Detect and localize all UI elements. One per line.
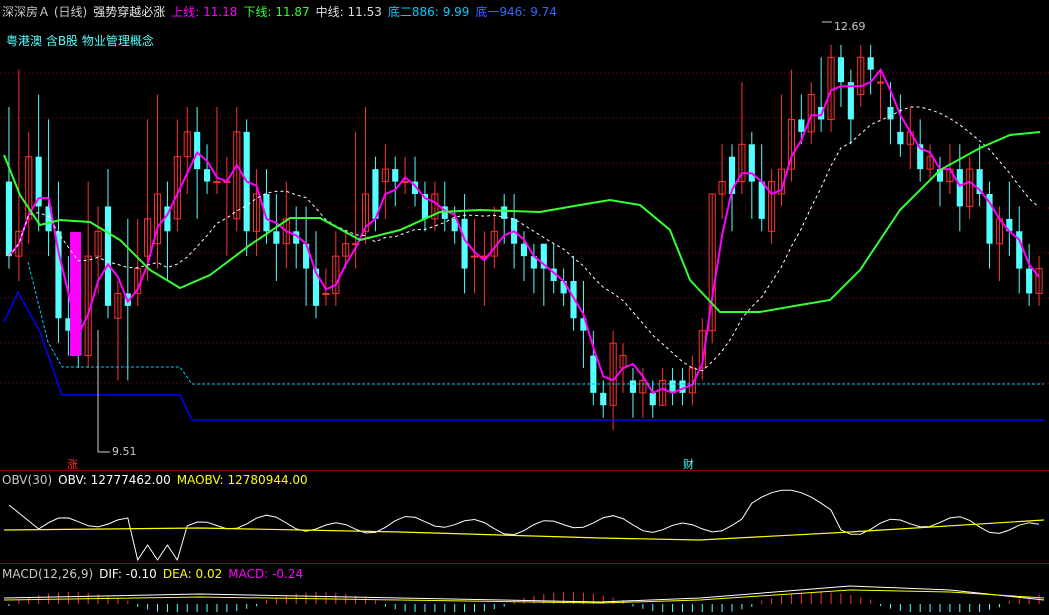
dif-value: DIF: -0.10 bbox=[99, 567, 157, 581]
candle-body bbox=[520, 243, 528, 257]
signal-bar bbox=[70, 232, 81, 356]
maobv-line bbox=[3, 519, 1045, 541]
green-line bbox=[3, 131, 1041, 313]
candle-body bbox=[213, 181, 221, 184]
obv-value: OBV: 12777462.00 bbox=[58, 473, 171, 487]
candle-body bbox=[1026, 268, 1033, 294]
candle-body bbox=[798, 119, 805, 132]
candle-body bbox=[322, 292, 330, 295]
macd-name[interactable]: MACD(12,26,9) bbox=[2, 567, 93, 581]
obv-line bbox=[8, 489, 1040, 562]
candle-body bbox=[600, 392, 607, 406]
obv-name[interactable]: OBV(30) bbox=[2, 473, 52, 487]
candle-body bbox=[867, 57, 874, 70]
candle-body bbox=[837, 57, 845, 83]
candle-body bbox=[679, 380, 686, 393]
macd-header: MACD(12,26,9) DIF: -0.10 DEA: 0.02 MACD:… bbox=[2, 566, 303, 582]
price-chart[interactable] bbox=[0, 0, 1049, 615]
obv-header: OBV(30) OBV: 12777462.00 MAOBV: 12780944… bbox=[2, 472, 308, 488]
candle-body bbox=[470, 255, 479, 258]
candle-body bbox=[392, 169, 399, 182]
candle-body bbox=[897, 131, 904, 145]
candle-body bbox=[401, 181, 409, 184]
candle-body bbox=[956, 169, 963, 207]
candle-body bbox=[877, 81, 885, 84]
candle-body bbox=[273, 231, 280, 244]
separator-obv bbox=[0, 470, 1049, 471]
candle-body bbox=[847, 82, 854, 120]
low-label: 9.51 bbox=[112, 445, 137, 458]
maobv-value: MAOBV: 12780944.00 bbox=[176, 473, 308, 487]
candle-body bbox=[629, 380, 637, 393]
bottom2-line bbox=[27, 261, 1044, 385]
candle-body bbox=[5, 181, 13, 257]
candle-body bbox=[758, 181, 765, 219]
high-label: 12.69 bbox=[834, 20, 866, 33]
bottom1-line bbox=[3, 290, 1044, 421]
candle-body bbox=[649, 392, 656, 406]
dea-value: DEA: 0.02 bbox=[162, 567, 223, 581]
candle-body bbox=[194, 131, 201, 170]
candle-body bbox=[887, 107, 894, 120]
candle-body bbox=[590, 355, 597, 393]
separator-macd bbox=[0, 563, 1049, 564]
candle-body bbox=[203, 169, 211, 182]
candle-body bbox=[104, 206, 112, 306]
macd-value: MACD: -0.24 bbox=[228, 567, 304, 581]
